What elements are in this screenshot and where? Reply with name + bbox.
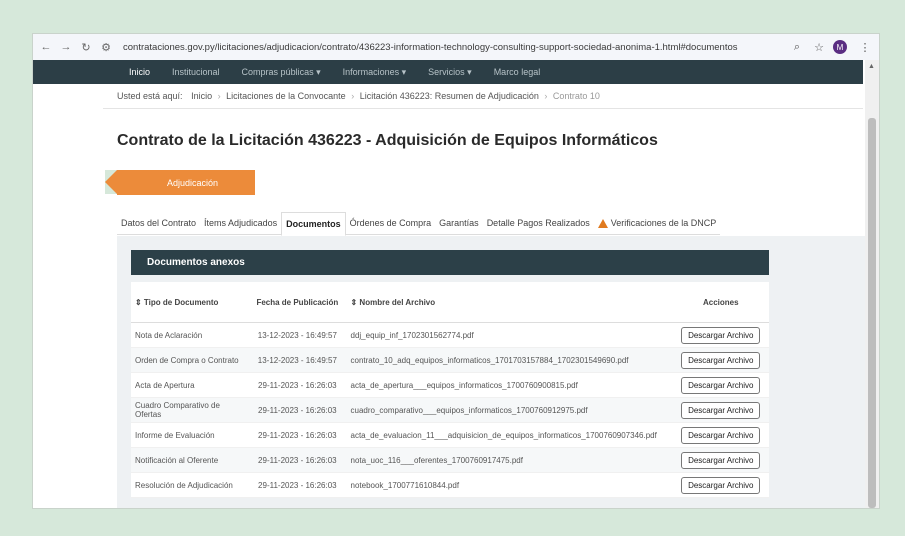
browser-window: ← → ↻ ⚙ contrataciones.gov.py/licitacion… [32,33,880,509]
breadcrumb-current: Contrato 10 [552,91,600,101]
column-header-tipo[interactable]: ⇕ Tipo de Documento [131,282,249,323]
cell-fecha: 29-11-2023 - 16:26:03 [248,422,347,448]
table-row: Acta de Apertura 29-11-2023 - 16:26:03 act… [131,372,769,398]
tab-garantias[interactable]: Garantías [435,212,483,235]
cell-nombre: ddj_equip_inf_1702301562774.pdf [346,322,673,348]
status-ribbon: Adjudicación [105,170,255,195]
cell-nombre: cuadro_comparativo___equipos_informatico… [346,397,673,423]
documents-heading: Documentos anexos [131,250,769,275]
cell-nombre: acta_de_evaluacion_11___adquisicion_de_e… [346,422,673,448]
cell-acciones: Descargar Archivo [672,397,769,423]
download-button[interactable]: Descargar Archivo [681,401,761,419]
tab-verificaciones-label: Verificaciones de la DNCP [610,218,717,228]
tab-items-adjudicados[interactable]: Ítems Adjudicados [200,212,282,235]
table-row: Orden de Compra o Contrato 13-12-2023 - 1… [131,347,769,373]
warning-icon [597,218,608,228]
bookmark-star-icon[interactable]: ☆ [811,41,827,54]
download-button[interactable]: Descargar Archivo [681,326,761,344]
cell-tipo: Informe de Evaluación [131,422,249,448]
breadcrumb-separator: › [544,91,548,101]
nav-item-informaciones[interactable]: Informaciones ▾ [343,67,407,78]
cell-fecha: 13-12-2023 - 16:49:57 [248,347,347,373]
tab-bar: Datos del Contrato Ítems Adjudicados Doc… [117,212,721,236]
table-row: Cuadro Comparativo de Ofertas 29-11-2023 … [131,397,769,423]
divider [103,108,863,109]
cell-tipo: Resolución de Adjudicación [131,472,249,498]
top-navigation: Inicio Institucional Compras públicas ▾ … [33,60,863,84]
address-bar: ← → ↻ ⚙ contrataciones.gov.py/licitacion… [33,34,879,60]
documents-table: ⇕ Tipo de Documento Fecha de Publicación… [131,282,769,498]
breadcrumb: Usted está aquí: Inicio › Licitaciones d… [117,91,600,101]
table-row: Informe de Evaluación 29-11-2023 - 16:26:… [131,422,769,448]
cell-fecha: 29-11-2023 - 16:26:03 [248,372,347,398]
download-button[interactable]: Descargar Archivo [681,351,761,369]
cell-acciones: Descargar Archivo [672,322,769,348]
table-row: Nota de Aclaración 13-12-2023 - 16:49:57 d… [131,322,769,348]
tab-verificaciones[interactable]: Verificaciones de la DNCP [593,212,721,235]
breadcrumb-separator: › [351,91,355,101]
cell-tipo: Notificación al Oferente [131,447,249,473]
nav-item-servicios[interactable]: Servicios ▾ [428,67,472,78]
nav-item-institucional[interactable]: Institucional [172,67,220,77]
nav-item-inicio[interactable]: Inicio [129,67,150,77]
scrollbar-thumb[interactable] [868,118,876,508]
cell-nombre: nota_uoc_116___oferentes_1700760917475.p… [346,447,673,473]
tab-datos-contrato[interactable]: Datos del Contrato [117,212,201,235]
zoom-icon[interactable]: ⌕ [789,41,805,54]
breadcrumb-item-inicio[interactable]: Inicio [191,91,212,101]
download-button[interactable]: Descargar Archivo [681,476,761,494]
cell-acciones: Descargar Archivo [672,472,769,498]
cell-nombre: notebook_1700771610844.pdf [346,472,673,498]
column-header-acciones: Acciones [672,282,769,323]
column-header-nombre[interactable]: ⇕ Nombre del Archivo [346,282,673,323]
reload-icon[interactable]: ↻ [79,41,93,54]
breadcrumb-item-convocante[interactable]: Licitaciones de la Convocante [226,91,346,101]
table-row: Resolución de Adjudicación 29-11-2023 - 1… [131,472,769,498]
profile-avatar[interactable]: M [833,40,847,54]
nav-item-compras[interactable]: Compras públicas ▾ [242,67,321,78]
cell-nombre: acta_de_apertura___equipos_informaticos_… [346,372,673,398]
cell-tipo: Orden de Compra o Contrato [131,347,249,373]
breadcrumb-prefix: Usted está aquí: [117,91,183,101]
cell-acciones: Descargar Archivo [672,372,769,398]
page-title: Contrato de la Licitación 436223 - Adqui… [117,132,658,149]
cell-fecha: 29-11-2023 - 16:26:03 [248,472,347,498]
site-info-icon[interactable]: ⚙ [99,41,113,54]
cell-fecha: 29-11-2023 - 16:26:03 [248,397,347,423]
cell-nombre: contrato_10_adq_equipos_informaticos_170… [346,347,673,373]
breadcrumb-separator: › [217,91,221,101]
cell-fecha: 29-11-2023 - 16:26:03 [248,447,347,473]
cell-tipo: Cuadro Comparativo de Ofertas [131,397,249,423]
breadcrumb-item-resumen[interactable]: Licitación 436223: Resumen de Adjudicaci… [360,91,539,101]
page-scrollbar[interactable]: ▲ [865,60,879,508]
table-header-row: ⇕ Tipo de Documento Fecha de Publicación… [131,282,769,323]
download-button[interactable]: Descargar Archivo [681,426,761,444]
tab-detalle-pagos[interactable]: Detalle Pagos Realizados [482,212,594,235]
url-field[interactable]: contrataciones.gov.py/licitaciones/adjud… [123,42,789,53]
tab-ordenes-compra[interactable]: Órdenes de Compra [345,212,436,235]
cell-acciones: Descargar Archivo [672,347,769,373]
nav-item-marco-legal[interactable]: Marco legal [494,67,541,77]
cell-fecha: 13-12-2023 - 16:49:57 [248,322,347,348]
back-icon[interactable]: ← [39,41,53,53]
cell-tipo: Acta de Apertura [131,372,249,398]
table-row: Notificación al Oferente 29-11-2023 - 16:… [131,447,769,473]
scroll-up-icon[interactable]: ▲ [868,63,875,70]
download-button[interactable]: Descargar Archivo [681,451,761,469]
download-button[interactable]: Descargar Archivo [681,376,761,394]
cell-acciones: Descargar Archivo [672,422,769,448]
menu-icon[interactable]: ⋮ [857,41,873,54]
cell-acciones: Descargar Archivo [672,447,769,473]
column-header-fecha[interactable]: Fecha de Publicación [248,282,347,323]
forward-icon[interactable]: → [59,41,73,53]
tab-documentos[interactable]: Documentos [281,212,346,236]
documents-panel: Documentos anexos ⇕ Tipo de Documento Fe… [117,236,865,508]
cell-tipo: Nota de Aclaración [131,322,249,348]
